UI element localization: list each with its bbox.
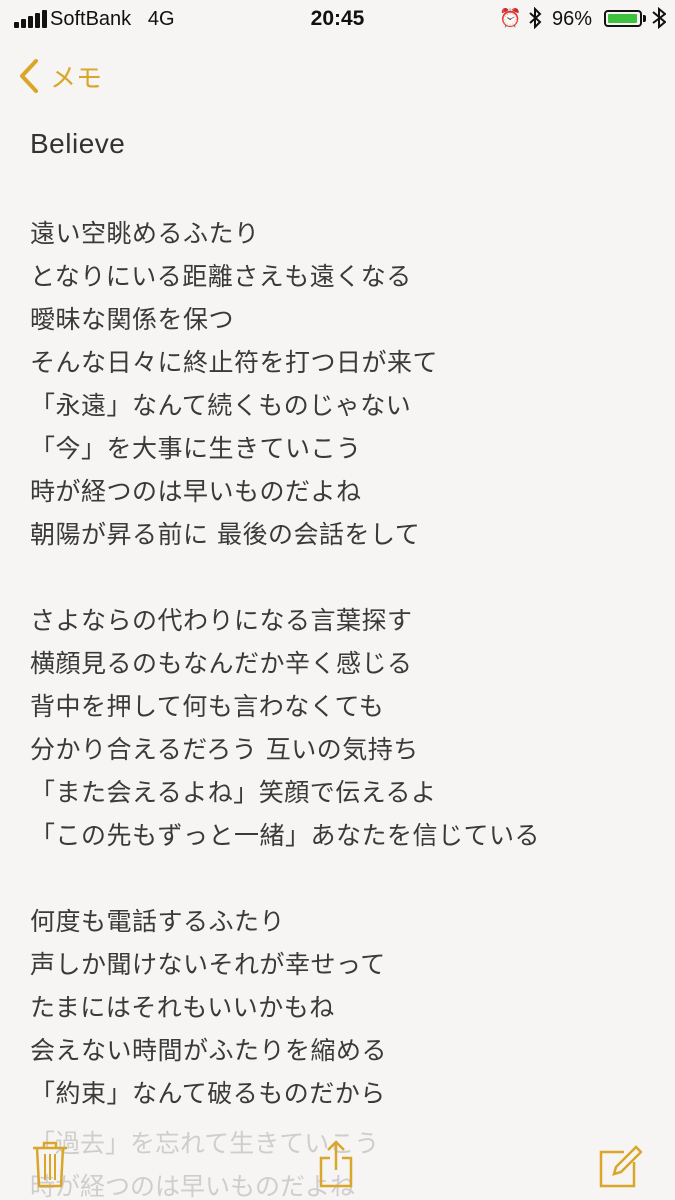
note-line: 朝陽が昇る前に 最後の会話をして (30, 520, 421, 549)
note-line: 会えない時間がふたりを縮める (30, 1036, 388, 1065)
battery-fill (608, 14, 637, 23)
status-bar: SoftBank 4G 20:45 ⏰ 96% (0, 0, 675, 40)
trash-icon[interactable] (30, 1138, 74, 1190)
note-line: 分かり合えるだろう 互いの気持ち (30, 735, 419, 764)
share-icon[interactable] (316, 1138, 360, 1190)
battery-tip (643, 15, 646, 22)
note-line: 「永遠」なんて続くものじゃない (30, 391, 412, 420)
note-title: Believe (30, 128, 126, 159)
chevron-left-icon (20, 59, 38, 93)
note-line: 時が経つのは早いものだよね (30, 477, 362, 506)
note-line: 「約束」なんて破るものだから (30, 1079, 386, 1108)
alarm-icon: ⏰ (499, 8, 522, 28)
note-line: 遠い空眺めるふたり (30, 219, 260, 248)
note-line: 「この先もずっと一緒」あなたを信じている (30, 821, 541, 850)
charging-icon (652, 6, 667, 35)
note-line: 声しか聞けないそれが幸せって (30, 950, 386, 979)
note-line: 「今」を大事に生きていこう (30, 434, 362, 463)
bluetooth-icon (528, 6, 542, 35)
note-line: 「また会えるよね」笑顔で伝えるよ (30, 778, 437, 807)
note-line: そんな日々に終止符を打つ日が来て (30, 348, 439, 377)
note-line: 背中を押して何も言わなくても (30, 692, 385, 721)
note-line: 横顔見るのもなんだか辛く感じる (30, 649, 413, 678)
navigation-bar: メモ (0, 48, 675, 104)
back-button[interactable]: メモ (18, 56, 102, 96)
note-line: 曖昧な関係を保つ (30, 305, 235, 334)
back-label: メモ (50, 63, 103, 94)
battery-percent: 96% (552, 8, 593, 30)
note-line: 何度も電話するふたり (30, 907, 286, 936)
battery-icon (604, 10, 642, 27)
note-line: さよならの代わりになる言葉探す (30, 606, 413, 635)
note-line: となりにいる距離さえも遠くなる (30, 262, 412, 291)
bottom-toolbar (0, 1130, 675, 1200)
note-body[interactable]: Believe 遠い空眺めるふたりとなりにいる距離さえも遠くなる 曖昧な関係を保つ… (30, 124, 660, 1124)
compose-icon[interactable] (598, 1138, 643, 1190)
note-line: たまにはそれもいいかもね (30, 993, 335, 1022)
